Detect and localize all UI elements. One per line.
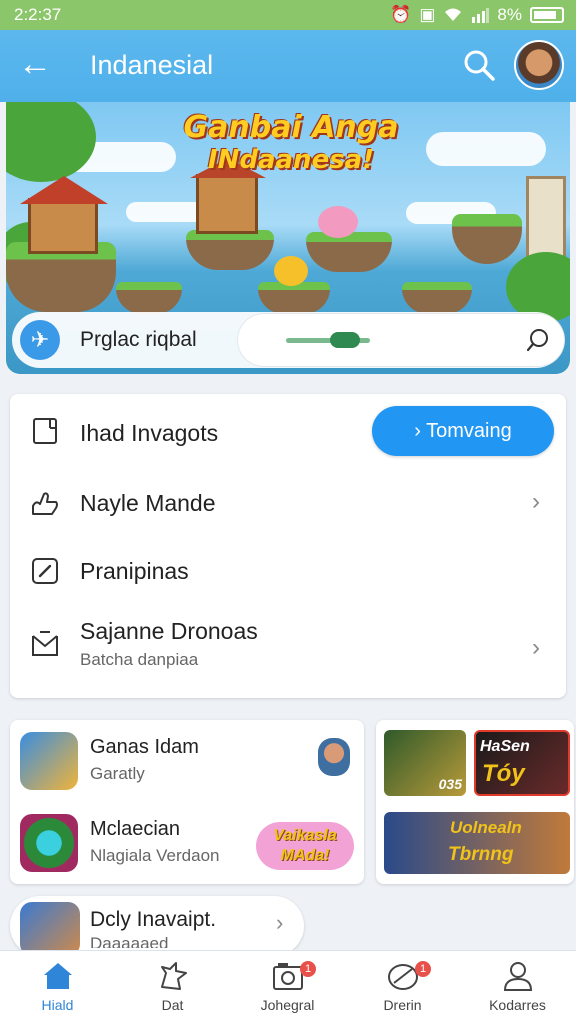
promo-label: 035 (438, 776, 462, 792)
nav-profile[interactable]: Kodarres (460, 951, 575, 1024)
banner-title-line1: Ganbai Anga (183, 110, 399, 145)
nav-label: Dat (161, 997, 184, 1013)
promo-thumbnail[interactable]: 035 (384, 730, 466, 796)
banner-title-line2: INdaanesa! (207, 145, 375, 175)
avatar[interactable] (514, 40, 564, 90)
promo-label-bottom: Tbrnng (448, 844, 514, 865)
tomvaing-button[interactable]: › Tomvaing (372, 406, 554, 456)
status-time: 2:2:37 (14, 5, 62, 24)
promo-thumbnail[interactable]: Uolnealn Tbrnng (384, 812, 570, 874)
person-icon (503, 962, 533, 991)
app-bar: ← Indanesial (0, 30, 576, 102)
notification-badge: 1 (300, 961, 316, 977)
notification-icon: ▣ (419, 5, 436, 24)
banner-title: Ganbai Anga INdaanesa! (156, 110, 426, 175)
alarm-icon: ⏰ (390, 5, 412, 24)
banner-slider-field[interactable] (238, 314, 564, 366)
nav-label: Hiald (41, 997, 74, 1013)
promo-card: 035 HaSen Tóy Uolnealn Tbrnng (376, 720, 574, 884)
daily-card[interactable]: Dcly Inavaipt. Daaaaaed › (10, 896, 304, 956)
chevron-right-icon: › (532, 488, 540, 515)
nav-label: Drerin (383, 997, 422, 1013)
daily-subtitle: Daaaaaed (90, 934, 169, 948)
page-title: Indanesial (90, 50, 214, 80)
signal-icon (472, 8, 490, 23)
menu-item-label: Ihad Invagots (80, 420, 219, 446)
menu-item-label: Pranipinas (80, 558, 189, 584)
nav-dat[interactable]: Dat (115, 951, 230, 1024)
menu-item-invagots[interactable]: Ihad Invagots › Tomvaing (10, 394, 566, 470)
promo-thumbnail[interactable]: HaSen Tóy (474, 730, 570, 796)
nav-johegral[interactable]: 1 Johegral (230, 951, 345, 1024)
search-icon[interactable] (526, 328, 550, 352)
nav-label: Johegral (260, 997, 315, 1013)
player-avatar[interactable] (318, 738, 350, 776)
nav-label: Kodarres (489, 997, 546, 1013)
chevron-right-icon: › (276, 910, 284, 935)
rocket-icon: ✈ (20, 320, 60, 360)
inbox-icon (32, 631, 58, 656)
promo-label-top: Uolnealn (450, 818, 522, 837)
menu-item-label: Sajanne Dronoas (80, 618, 258, 644)
hand-icon (32, 492, 58, 515)
menu-item-label: Nayle Mande (80, 490, 216, 516)
daily-title: Dcly Inavaipt. (90, 908, 217, 931)
menu-item-mande[interactable]: Nayle Mande › (10, 470, 566, 538)
search-icon[interactable] (462, 48, 496, 82)
chevron-right-icon: › (532, 634, 540, 661)
promo-badge[interactable]: Vaikasla MAda! (256, 822, 354, 870)
menu-item-dronoas[interactable]: Sajanne Dronoas Batcha danpiaa › (10, 606, 566, 698)
bottom-nav: Hiald Dat 1 Johegral 1 Drerin Kodarres (0, 950, 576, 1024)
chick-character (274, 256, 308, 286)
puzzle-icon (161, 962, 187, 990)
promo-label-top: HaSen (480, 738, 530, 755)
battery-percent: 8% (497, 5, 522, 24)
back-arrow-icon[interactable]: ← (18, 44, 52, 84)
banner-pill-label: Prglac riqbal (80, 328, 197, 351)
game-title: Ganas Idam (90, 736, 199, 758)
game-item[interactable]: Ganas Idam Garatly (10, 722, 364, 802)
game-subtitle: Garatly (90, 764, 145, 783)
notification-badge: 1 (415, 961, 431, 977)
document-icon (33, 418, 57, 444)
game-icon (20, 814, 78, 872)
menu-item-pranipinas[interactable]: Pranipinas (10, 538, 566, 606)
promo-label-bottom: Tóy (482, 760, 525, 787)
menu-item-sublabel: Batcha danpiaa (80, 650, 199, 669)
daily-icon (20, 902, 80, 956)
hero-banner[interactable]: Ganbai Anga INdaanesa! ✈ Prglac riqbal (6, 102, 570, 374)
tomvaing-button-label: Tomvaing (426, 420, 512, 442)
status-bar: 2:2:37 ⏰ ▣ 8% (0, 0, 576, 30)
game-subtitle: Nlagiala Verdaon (90, 846, 220, 865)
games-card: Ganas Idam Garatly Mclaecian Nlagiala Ve… (10, 720, 364, 884)
wifi-icon (445, 8, 462, 21)
battery-icon (530, 7, 564, 23)
game-icon (20, 732, 78, 790)
banner-search-bar[interactable]: ✈ Prglac riqbal (12, 312, 564, 368)
menu-card: Ihad Invagots › Tomvaing Nayle Mande › P… (10, 394, 566, 698)
slider-handle[interactable] (330, 332, 360, 348)
pig-character (318, 206, 358, 238)
game-title: Mclaecian (90, 818, 181, 840)
home-icon (44, 963, 72, 989)
game-item[interactable]: Mclaecian Nlagiala Verdaon Vaikasla MAda… (10, 804, 364, 884)
nav-home[interactable]: Hiald (0, 951, 115, 1024)
status-icons: ⏰ ▣ 8% (390, 5, 564, 25)
edit-box-icon (32, 558, 58, 584)
nav-drerin[interactable]: 1 Drerin (345, 951, 460, 1024)
